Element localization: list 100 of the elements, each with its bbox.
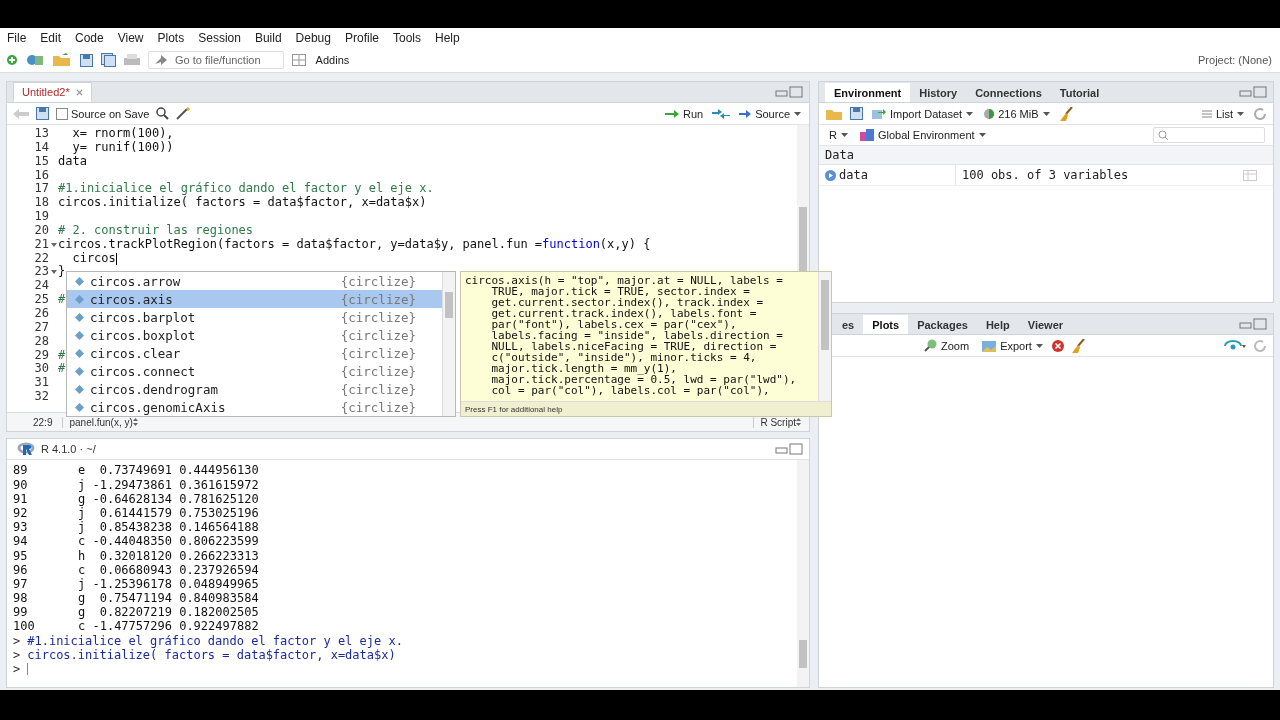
search-icon[interactable] (156, 107, 170, 120)
line-number: 30 (33, 362, 49, 377)
publish-icon[interactable] (1224, 339, 1246, 352)
menu-item[interactable]: Tools (393, 31, 421, 45)
source-button[interactable]: Source (737, 106, 803, 121)
delete-icon[interactable] (1051, 339, 1064, 352)
code-line: # (58, 348, 66, 363)
completion-item[interactable]: circos.barplot {circlize} (67, 308, 442, 326)
variable-name[interactable]: data (839, 168, 868, 182)
scrollbar[interactable] (797, 460, 809, 687)
export-button[interactable]: Export (978, 338, 1045, 353)
line-number: 19 (33, 210, 49, 224)
line-number: 27 (33, 320, 49, 335)
source-on-save-checkbox[interactable]: Source on Save (56, 107, 150, 120)
back-arrow-icon[interactable] (13, 108, 29, 119)
search-icon (1158, 129, 1169, 141)
completion-item[interactable]: circos.axis {circlize} (67, 290, 442, 308)
view-mode-menu[interactable]: List (1199, 106, 1246, 121)
minimize-icon[interactable] (775, 443, 803, 456)
broom-icon[interactable] (1070, 338, 1085, 353)
refresh-icon[interactable] (1253, 106, 1267, 121)
menu-item[interactable]: Build (254, 31, 282, 45)
folder-icon[interactable] (825, 107, 843, 120)
pane-tab[interactable]: es (833, 315, 864, 334)
updown-caret-icon (796, 417, 801, 426)
menu-item[interactable]: Edit (40, 31, 62, 45)
menu-item[interactable]: Session (198, 31, 241, 45)
new-project-icon[interactable] (26, 53, 44, 67)
completion-item[interactable]: circos.boxplot {circlize} (67, 326, 442, 344)
cubes-icon (859, 129, 874, 141)
pane-tab[interactable]: Environment (825, 83, 911, 102)
completion-item[interactable]: circos.connect {circlize} (67, 362, 442, 380)
completion-item[interactable]: circos.genomicAxis {circlize} (67, 398, 442, 416)
completion-item[interactable]: circos.clear {circlize} (67, 344, 442, 362)
code-line: circos (72, 251, 116, 266)
console-output: 90 j -1.29473861 0.361615972 (13, 477, 259, 492)
menu-item[interactable]: Debug (295, 31, 331, 45)
rerun-icon[interactable] (712, 108, 731, 119)
memory-usage-menu[interactable]: 216 MiB (982, 106, 1052, 121)
save-icon[interactable] (850, 107, 863, 120)
save-all-icon[interactable] (101, 53, 116, 67)
import-dataset-button[interactable]: Import Dataset (870, 106, 976, 121)
magnifier-icon (924, 339, 937, 352)
text-cursor (27, 663, 29, 676)
menu-item[interactable]: Plots (157, 31, 185, 45)
wand-icon[interactable] (176, 107, 193, 120)
menu-item[interactable]: Help (435, 31, 460, 45)
pane-tab[interactable]: Tutorial (1050, 83, 1109, 102)
console-title: R 4.1.0 · ~/ (41, 443, 96, 456)
cursor-position: 22:9 (33, 416, 53, 428)
pane-tab[interactable]: Viewer (1018, 315, 1073, 334)
menu-item[interactable]: File (7, 31, 27, 45)
pane-tab[interactable]: Packages (908, 315, 977, 334)
fold-caret-icon[interactable] (50, 270, 57, 275)
caret-icon (1042, 111, 1050, 116)
minimize-icon[interactable] (1239, 318, 1267, 330)
menu-item[interactable]: Profile (344, 31, 379, 45)
console-output: 97 j -1.25396178 0.048949965 (13, 576, 259, 592)
broom-icon[interactable] (1058, 106, 1073, 121)
search-field[interactable] (1153, 127, 1265, 143)
environment-menu[interactable]: Global Environment (857, 128, 988, 142)
table-icon[interactable] (1243, 169, 1257, 181)
pane-tab[interactable]: Plots (863, 315, 909, 334)
function-signature: circos.axis(h = "top", major.at = NULL, labels = TRUE, major.tick = TRUE, sector.index = get.current.sector.index(), track.index = get.current.track.index(), labels.font = par("font"), labels.cex = par("cex"), labels.facing = "inside", labels.direction = NULL, labels.niceFacing = TRUE, direction = c("outside", "inside"), minor.ticks = 4, major.tick.length = mm_y(1), major.tick.percentage = 0.5, lwd = par("lwd"), col = par("col"), labels.col = par("col"), (464, 273, 798, 399)
completion-item[interactable]: circos.dendrogram {circlize} (67, 380, 442, 398)
menu-item[interactable]: View (117, 31, 144, 45)
addins-menu[interactable]: Addins (313, 53, 352, 67)
zoom-button[interactable]: Zoom (922, 338, 972, 353)
scrollbar[interactable] (442, 272, 455, 416)
line-number: 13 (33, 127, 49, 141)
expand-icon[interactable] (825, 169, 836, 181)
line-number: 16 (33, 168, 49, 183)
code-line: x= rnorm(100), (71, 127, 174, 141)
go-to-file-field[interactable]: Go to file/function (148, 51, 284, 69)
project-menu[interactable]: Project: (None) (1196, 53, 1274, 67)
line-number: 31 (33, 376, 49, 391)
close-icon[interactable] (75, 88, 83, 96)
language-menu[interactable]: R (827, 128, 850, 142)
refresh-icon[interactable] (1253, 338, 1267, 353)
pane-tab[interactable]: History (910, 83, 967, 102)
new-file-icon[interactable] (6, 54, 18, 66)
line-number: 15 (33, 154, 49, 169)
pane-tab[interactable]: Connections (966, 83, 1051, 102)
line-number: 28 (33, 334, 49, 349)
folder-icon[interactable] (52, 53, 72, 67)
run-button[interactable]: Run (662, 106, 706, 121)
console-prompt: > (13, 647, 21, 663)
file-tab[interactable]: Untitled2* (13, 82, 92, 102)
fold-caret-icon[interactable] (50, 242, 57, 247)
scrollbar[interactable] (818, 272, 831, 401)
save-icon[interactable] (80, 53, 93, 67)
line-number: 18 (33, 196, 49, 211)
print-icon[interactable] (124, 53, 140, 67)
pane-tab[interactable]: Help (976, 315, 1019, 334)
completion-item[interactable]: circos.arrow {circlize} (67, 272, 442, 290)
menu-item[interactable]: Code (75, 31, 104, 45)
save-icon[interactable] (36, 107, 49, 120)
minimize-icon[interactable] (775, 86, 803, 98)
grid-icon[interactable] (291, 54, 306, 66)
minimize-icon[interactable] (1239, 86, 1267, 98)
